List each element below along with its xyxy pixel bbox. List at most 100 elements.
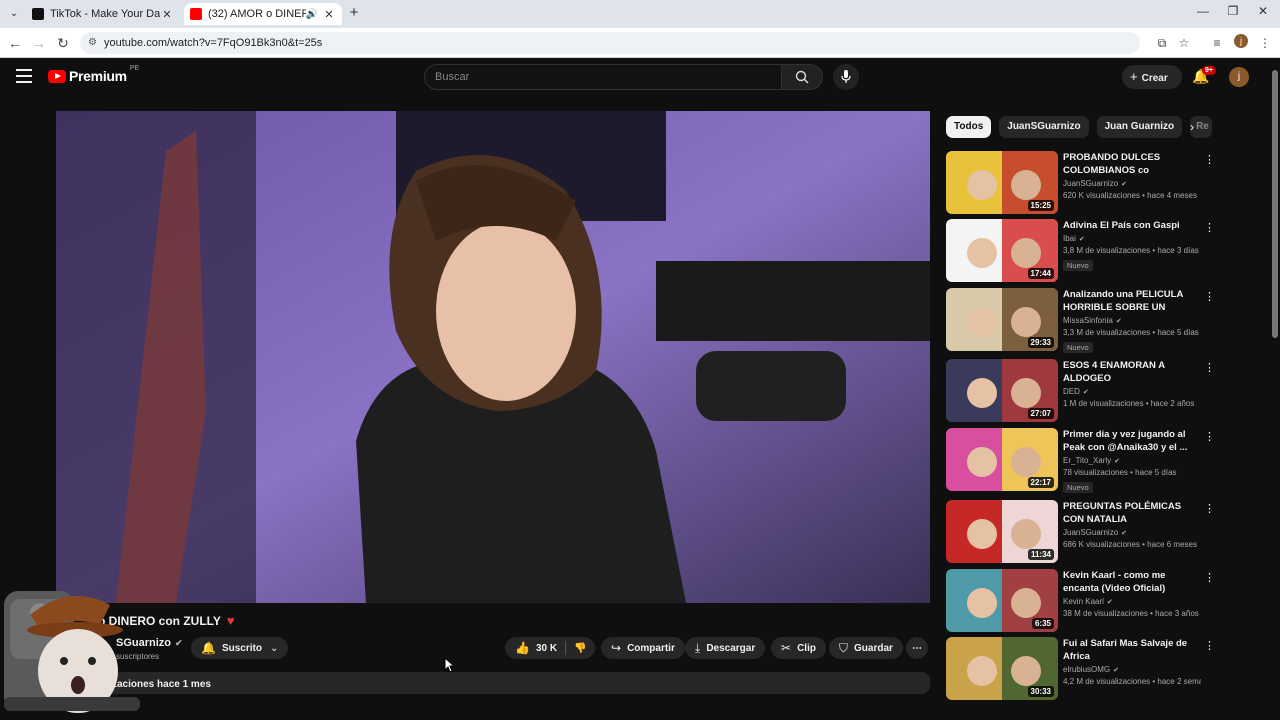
recommendation-channel[interactable]: Ibai ✔ bbox=[1063, 234, 1201, 243]
save-button[interactable]: ⛉ Guardar bbox=[829, 637, 903, 659]
recommendation-item[interactable]: 6:35 Kevin Kaarl - como me encanta (Video… bbox=[946, 569, 1216, 633]
like-icon[interactable]: 👍 bbox=[515, 641, 530, 655]
media-controls-icon[interactable]: ≡ bbox=[1208, 34, 1226, 52]
like-count[interactable]: 30 K bbox=[536, 643, 557, 654]
more-vertical-icon[interactable]: ⋮ bbox=[1204, 153, 1215, 166]
page-scrollbar[interactable] bbox=[1270, 58, 1280, 694]
browser-profile-avatar[interactable]: j bbox=[1234, 34, 1248, 48]
chevron-right-icon[interactable]: › bbox=[1190, 120, 1194, 134]
recommendation-channel[interactable]: DED ✔ bbox=[1063, 387, 1201, 396]
youtube-logo[interactable]: Premium PE bbox=[48, 65, 139, 84]
recommendation-channel[interactable]: JuanSGuarnizo ✔ bbox=[1063, 528, 1201, 537]
video-thumbnail[interactable]: 29:33 bbox=[946, 288, 1058, 351]
download-icon: ⤓ bbox=[695, 640, 701, 655]
recommendation-title[interactable]: Fui al Safari Mas Salvaje de Africa bbox=[1063, 637, 1201, 663]
video-thumbnail[interactable]: 22:17 bbox=[946, 428, 1058, 491]
browser-tab-youtube[interactable]: (32) AMOR o DINERO con Z 🔊 ✕ bbox=[184, 3, 342, 25]
recommendation-channel-name: MissaSinfonia bbox=[1063, 316, 1113, 325]
more-actions-button[interactable]: ⋯ bbox=[906, 637, 928, 659]
more-vertical-icon[interactable]: ⋮ bbox=[1204, 639, 1215, 652]
site-info-icon[interactable]: ⚙ bbox=[88, 32, 97, 54]
clip-button[interactable]: ✂ Clip bbox=[771, 637, 826, 659]
subscribed-label: Suscrito bbox=[221, 642, 262, 654]
video-thumbnail[interactable]: 17:44 bbox=[946, 219, 1058, 282]
close-tab-icon[interactable]: ✕ bbox=[322, 8, 336, 21]
search-input[interactable]: Buscar bbox=[424, 64, 782, 90]
speaker-icon[interactable]: 🔊 bbox=[306, 9, 318, 20]
recommendation-channel[interactable]: elrubiusOMG ✔ bbox=[1063, 665, 1201, 674]
recommendation-title[interactable]: Primer día y vez jugando al Peak con @An… bbox=[1063, 428, 1201, 454]
recommendation-title[interactable]: Kevin Kaarl - como me encanta (Video Ofi… bbox=[1063, 569, 1201, 595]
more-vertical-icon[interactable]: ⋮ bbox=[1204, 221, 1215, 234]
like-divider bbox=[565, 641, 567, 655]
close-window-button[interactable]: ✕ bbox=[1248, 4, 1278, 18]
create-label: Crear bbox=[1141, 73, 1168, 84]
more-vertical-icon[interactable]: ⋮ bbox=[1204, 430, 1215, 443]
recommendation-channel[interactable]: Er_Tito_Xarly ✔ bbox=[1063, 456, 1201, 465]
duration-badge: 17:44 bbox=[1027, 268, 1054, 279]
restore-button[interactable]: ❐ bbox=[1218, 4, 1248, 18]
voice-search-button[interactable] bbox=[833, 64, 859, 90]
duration-badge: 22:17 bbox=[1027, 477, 1054, 488]
more-vertical-icon[interactable]: ⋮ bbox=[1204, 502, 1215, 515]
bell-icon: 🔔 bbox=[201, 641, 216, 655]
recommendation-channel-name: elrubiusOMG bbox=[1063, 665, 1111, 674]
recommendation-channel-name: Ibai bbox=[1063, 234, 1076, 243]
new-tab-button[interactable]: + bbox=[346, 5, 362, 21]
install-app-icon[interactable]: ⧉ bbox=[1153, 34, 1171, 52]
recommendation-item[interactable]: 27:07 ESOS 4 ENAMORAN A ALDOGEO DED ✔ 1 M de… bbox=[946, 359, 1216, 423]
video-thumbnail[interactable]: 11:34 bbox=[946, 500, 1058, 563]
recommendation-item[interactable]: 30:33 Fui al Safari Mas Salvaje de Africa… bbox=[946, 637, 1216, 701]
recommendation-item[interactable]: 29:33 Analizando una PELICULA HORRIBLE SO… bbox=[946, 288, 1216, 353]
video-thumbnail[interactable]: 30:33 bbox=[946, 637, 1058, 700]
minimize-button[interactable]: — bbox=[1188, 4, 1218, 18]
more-vertical-icon[interactable]: ⋮ bbox=[1204, 571, 1215, 584]
back-icon[interactable]: ← bbox=[6, 34, 24, 52]
chip-todos[interactable]: Todos bbox=[946, 116, 992, 138]
duration-badge: 6:35 bbox=[1031, 618, 1054, 629]
recommendation-item[interactable]: 15:25 PROBANDO DULCES COLOMBIANOS co JuanS… bbox=[946, 151, 1216, 215]
video-frame bbox=[56, 111, 930, 603]
more-vertical-icon[interactable]: ⋮ bbox=[1204, 361, 1215, 374]
recommendation-title[interactable]: PROBANDO DULCES COLOMBIANOS co bbox=[1063, 151, 1201, 177]
recommendation-title[interactable]: Analizando una PELICULA HORRIBLE SOBRE U… bbox=[1063, 288, 1201, 314]
recommendation-stats: 78 visualizaciones • hace 5 días bbox=[1063, 468, 1177, 477]
recommendation-item[interactable]: 11:34 PREGUNTAS POLÉMICAS CON NATALIA Juan… bbox=[946, 500, 1216, 564]
recommendation-channel[interactable]: Kevin Kaarl ✔ bbox=[1063, 597, 1201, 606]
tab-search-icon[interactable]: ⌄ bbox=[6, 6, 22, 22]
chip-juansguarnizo[interactable]: JuanSGuarnizo bbox=[999, 116, 1089, 138]
browser-tab-tiktok[interactable]: TikTok - Make Your Day ✕ bbox=[26, 3, 180, 25]
url-text: youtube.com/watch?v=7FqO91Bk3n0&t=25s bbox=[104, 37, 323, 49]
chip-juan-guarnizo[interactable]: Juan Guarnizo bbox=[1096, 116, 1183, 138]
recommendation-channel[interactable]: JuanSGuarnizo ✔ bbox=[1063, 179, 1201, 188]
forward-icon[interactable]: → bbox=[30, 34, 48, 52]
more-vertical-icon[interactable]: ⋮ bbox=[1204, 290, 1215, 303]
download-button[interactable]: ⤓ Descargar bbox=[685, 637, 766, 659]
description-box[interactable]: zaciones hace 1 mes bbox=[56, 672, 930, 694]
share-button[interactable]: ↪ Compartir bbox=[601, 637, 685, 659]
video-player[interactable] bbox=[56, 111, 930, 603]
video-thumbnail[interactable]: 15:25 bbox=[946, 151, 1058, 214]
recommendation-channel[interactable]: MissaSinfonia ✔ bbox=[1063, 316, 1201, 325]
recommendation-title[interactable]: PREGUNTAS POLÉMICAS CON NATALIA bbox=[1063, 500, 1201, 526]
video-thumbnail[interactable]: 27:07 bbox=[946, 359, 1058, 422]
scrollbar-thumb[interactable] bbox=[1272, 70, 1278, 338]
youtube-play-icon bbox=[48, 69, 66, 83]
video-thumbnail[interactable]: 6:35 bbox=[946, 569, 1058, 632]
menu-icon[interactable] bbox=[16, 69, 32, 85]
recommendation-item[interactable]: 22:17 Primer día y vez jugando al Peak co… bbox=[946, 428, 1216, 493]
recommendation-item[interactable]: 17:44 Adivina El País con Gaspi Ibai ✔ 3,8 M… bbox=[946, 219, 1216, 283]
recommendation-channel-name: Er_Tito_Xarly bbox=[1063, 456, 1112, 465]
address-bar[interactable]: ⚙ youtube.com/watch?v=7FqO91Bk3n0&t=25s bbox=[80, 32, 1140, 54]
recommendation-title[interactable]: Adivina El País con Gaspi bbox=[1063, 219, 1201, 232]
account-avatar[interactable]: j bbox=[1229, 67, 1249, 87]
browser-menu-icon[interactable]: ⋮ bbox=[1256, 34, 1274, 52]
recommendation-title[interactable]: ESOS 4 ENAMORAN A ALDOGEO bbox=[1063, 359, 1201, 385]
create-button[interactable]: + Crear bbox=[1122, 65, 1182, 89]
reload-icon[interactable]: ↻ bbox=[54, 34, 72, 52]
dislike-icon[interactable]: 👎 bbox=[574, 643, 586, 654]
subscribed-button[interactable]: 🔔 Suscrito ⌄ bbox=[191, 637, 289, 659]
search-button[interactable] bbox=[781, 64, 823, 90]
close-tab-icon[interactable]: ✕ bbox=[160, 8, 174, 21]
bookmark-star-icon[interactable]: ☆ bbox=[1175, 34, 1193, 52]
